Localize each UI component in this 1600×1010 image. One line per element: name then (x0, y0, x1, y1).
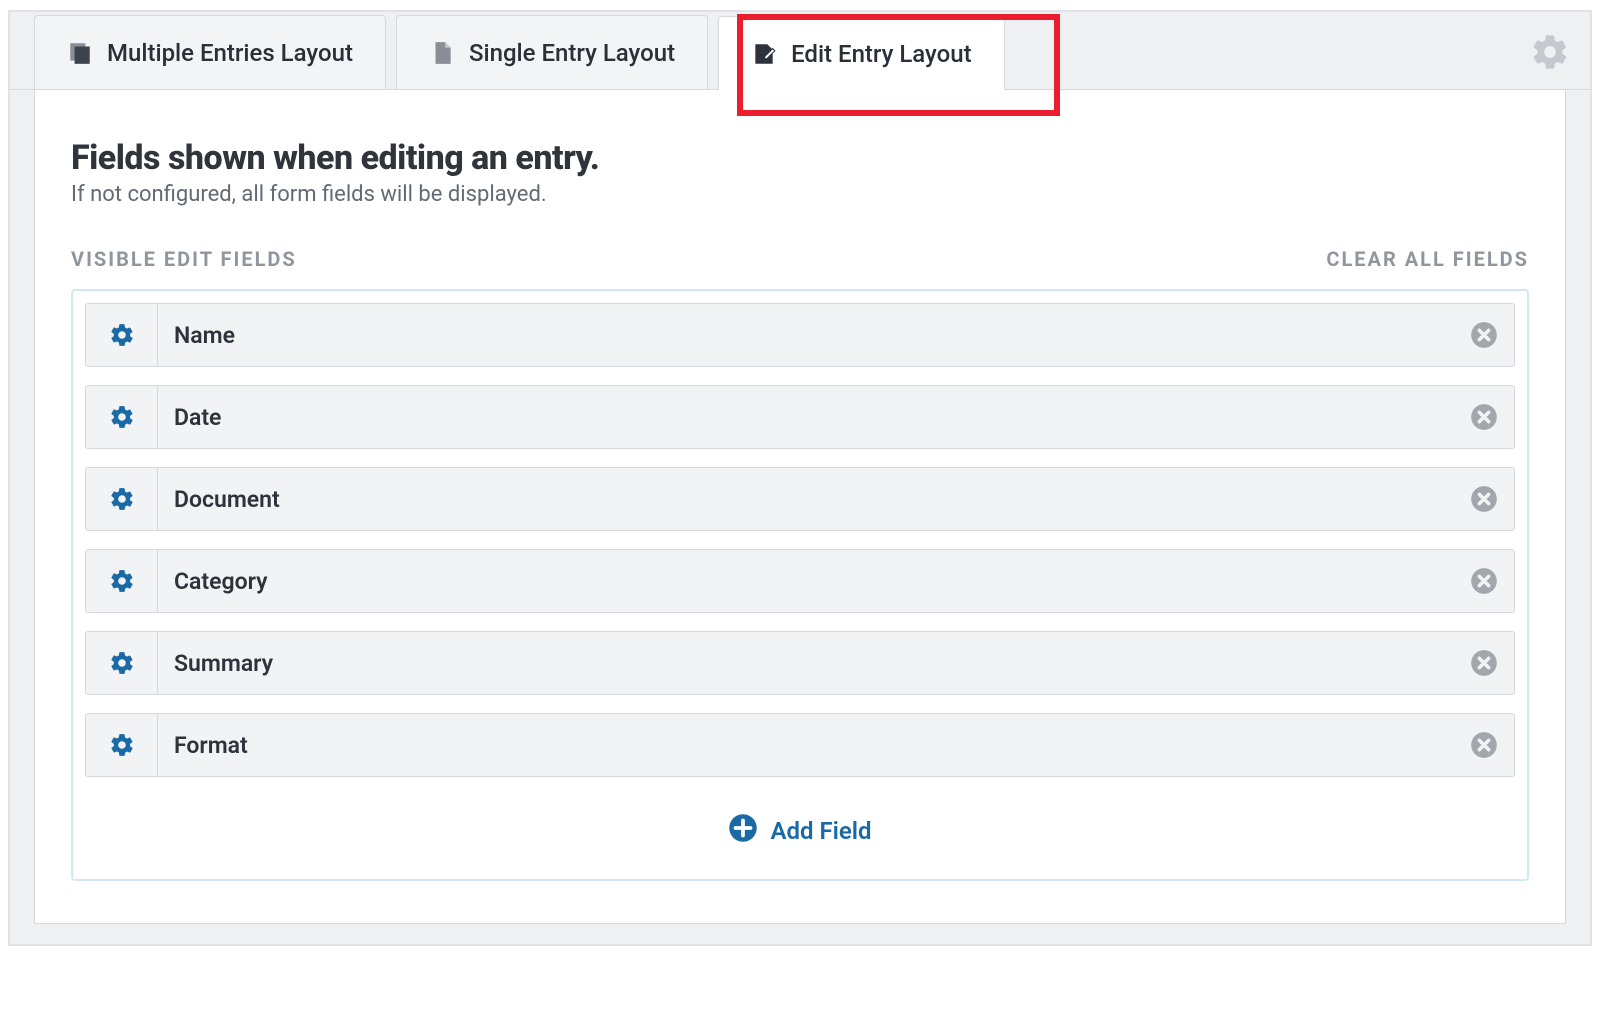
field-remove-button[interactable] (1454, 321, 1514, 349)
field-label: Name (158, 322, 1454, 349)
field-remove-button[interactable] (1454, 485, 1514, 513)
section-label: VISIBLE EDIT FIELDS (71, 247, 297, 271)
tab-edit-entry[interactable]: Edit Entry Layout (718, 16, 1005, 90)
layout-editor-frame: Multiple Entries Layout Single Entry Lay… (8, 10, 1592, 946)
tab-multiple-entries[interactable]: Multiple Entries Layout (34, 15, 386, 89)
field-label: Date (158, 404, 1454, 431)
clear-all-button[interactable]: CLEAR ALL FIELDS (1326, 247, 1529, 271)
tab-label: Edit Entry Layout (791, 40, 972, 68)
edit-icon (751, 41, 777, 67)
field-row-category[interactable]: Category (85, 549, 1515, 613)
field-label: Category (158, 568, 1454, 595)
field-row-date[interactable]: Date (85, 385, 1515, 449)
field-row-document[interactable]: Document (85, 467, 1515, 531)
page-subtitle: If not configured, all form fields will … (71, 182, 1529, 207)
tab-label: Multiple Entries Layout (107, 39, 353, 67)
field-label: Document (158, 486, 1454, 513)
section-header: VISIBLE EDIT FIELDS CLEAR ALL FIELDS (71, 247, 1529, 271)
field-label: Format (158, 732, 1454, 759)
tab-label: Single Entry Layout (469, 39, 675, 67)
field-settings-button[interactable] (86, 468, 158, 530)
add-field-button[interactable]: Add Field (85, 813, 1515, 849)
field-remove-button[interactable] (1454, 567, 1514, 595)
field-settings-button[interactable] (86, 304, 158, 366)
field-label: Summary (158, 650, 1454, 677)
field-settings-button[interactable] (86, 550, 158, 612)
tab-single-entry[interactable]: Single Entry Layout (396, 15, 708, 89)
field-row-format[interactable]: Format (85, 713, 1515, 777)
field-row-name[interactable]: Name (85, 303, 1515, 367)
field-remove-button[interactable] (1454, 731, 1514, 759)
fields-container: Name Date Document (71, 289, 1529, 881)
add-icon (728, 813, 758, 849)
single-icon (429, 40, 455, 66)
field-remove-button[interactable] (1454, 403, 1514, 431)
multiple-icon (67, 40, 93, 66)
field-settings-button[interactable] (86, 386, 158, 448)
field-settings-button[interactable] (86, 632, 158, 694)
add-field-label: Add Field (770, 817, 871, 845)
field-remove-button[interactable] (1454, 649, 1514, 677)
page-title: Fields shown when editing an entry. (71, 138, 1529, 178)
panel-edit-entry: Fields shown when editing an entry. If n… (34, 90, 1566, 924)
field-row-summary[interactable]: Summary (85, 631, 1515, 695)
tabs-bar: Multiple Entries Layout Single Entry Lay… (10, 12, 1590, 90)
field-settings-button[interactable] (86, 714, 158, 776)
settings-button[interactable] (1530, 32, 1570, 76)
